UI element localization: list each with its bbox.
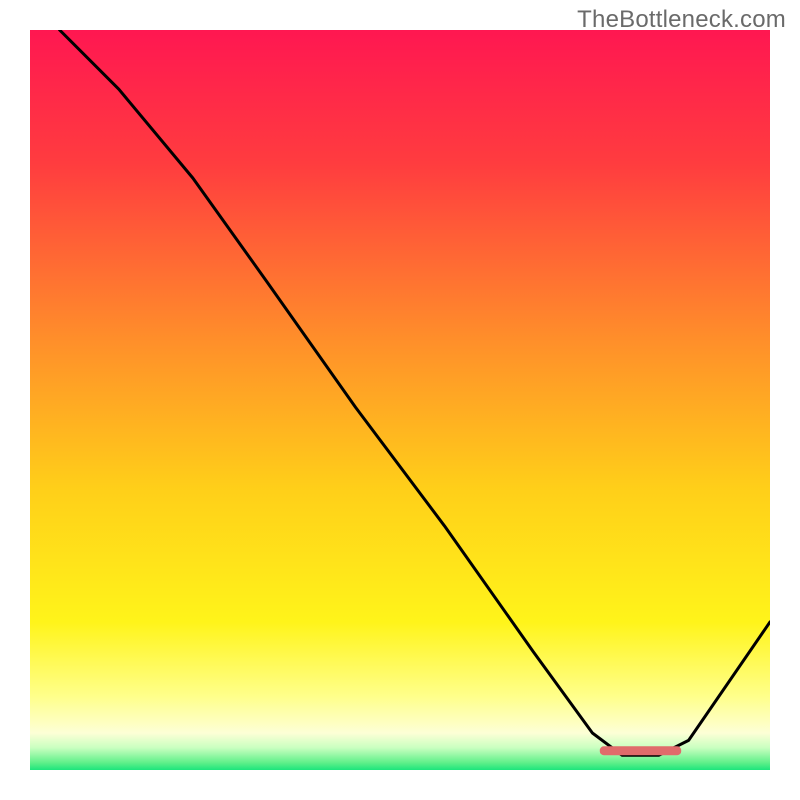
heat-gradient-background xyxy=(30,30,770,770)
watermark-text: TheBottleneck.com xyxy=(577,6,786,34)
chart-wrapper: TheBottleneck.com xyxy=(0,0,800,800)
optimal-range-marker xyxy=(600,746,681,755)
chart-canvas xyxy=(30,30,770,770)
